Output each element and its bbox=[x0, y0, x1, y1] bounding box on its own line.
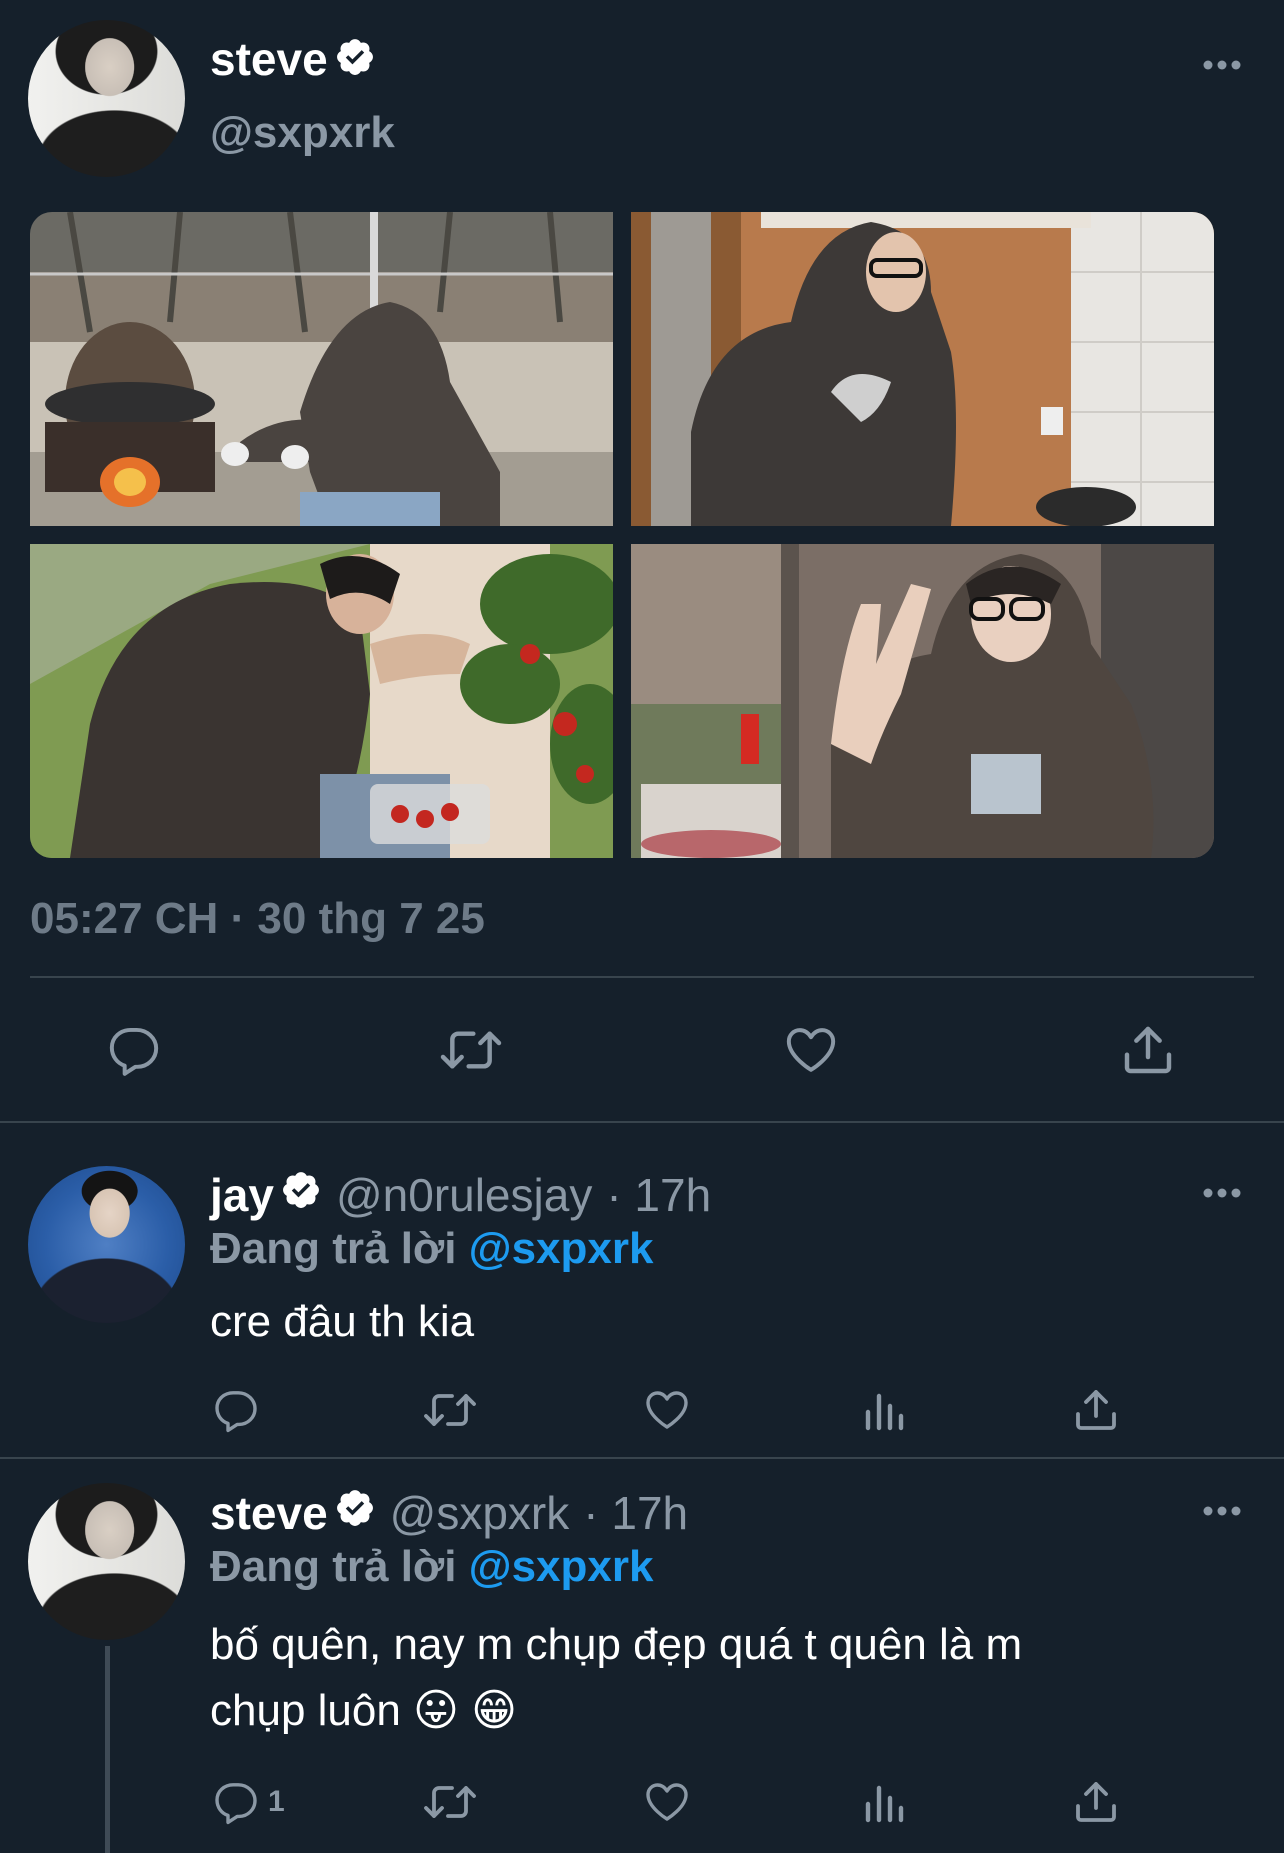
reply-2-views-button[interactable] bbox=[862, 1778, 906, 1826]
section-divider bbox=[0, 1121, 1284, 1123]
reply-1-retweet-button[interactable] bbox=[422, 1386, 478, 1434]
like-icon bbox=[646, 1391, 688, 1429]
reply-1-avatar[interactable] bbox=[28, 1166, 185, 1323]
like-icon bbox=[646, 1783, 688, 1821]
replying-label: Đang trả lời bbox=[210, 1224, 457, 1273]
reply-1-header: jay @n0rulesjay · 17h bbox=[210, 1168, 711, 1222]
retweet-icon bbox=[424, 1394, 476, 1426]
more-icon[interactable] bbox=[1202, 1504, 1242, 1523]
main-retweet-button[interactable] bbox=[438, 1022, 504, 1078]
main-tweet-divider bbox=[30, 976, 1254, 978]
reply-2-retweet-button[interactable] bbox=[422, 1778, 478, 1826]
reply-2-handle[interactable]: @sxpxrk bbox=[390, 1486, 570, 1540]
reply-1-views-button[interactable] bbox=[862, 1386, 906, 1434]
reply-1-handle[interactable]: @n0rulesjay bbox=[336, 1168, 592, 1222]
reply-2-text-line-2: chụp luôn 😛 😁 bbox=[210, 1686, 518, 1735]
reply-icon bbox=[109, 1027, 159, 1076]
main-tweet-name[interactable]: steve bbox=[210, 32, 328, 86]
reply-2-text-line-1: bố quên, nay m chụp đẹp quá t quên là m bbox=[210, 1620, 1023, 1669]
reply-divider bbox=[0, 1457, 1284, 1459]
main-like-button[interactable] bbox=[782, 1022, 840, 1078]
photo-3[interactable] bbox=[30, 544, 613, 858]
main-tweet-handle[interactable]: @sxpxrk bbox=[210, 108, 395, 158]
reply-1-share-button[interactable] bbox=[1072, 1386, 1120, 1434]
reply-1-time[interactable]: · 17h bbox=[606, 1168, 711, 1222]
verified-badge-icon bbox=[334, 1486, 376, 1540]
main-reply-button[interactable] bbox=[106, 1022, 162, 1078]
main-tweet-author[interactable]: steve bbox=[210, 32, 376, 86]
photo-2[interactable] bbox=[631, 212, 1214, 526]
reply-2-name[interactable]: steve bbox=[210, 1486, 328, 1540]
share-icon bbox=[1076, 1782, 1116, 1822]
reply-2-replying-to: Đang trả lời @sxpxrk bbox=[210, 1542, 653, 1592]
reply-1-replying-to: Đang trả lời @sxpxrk bbox=[210, 1224, 653, 1274]
reply-1-name[interactable]: jay bbox=[210, 1168, 274, 1222]
reply-2-share-button[interactable] bbox=[1072, 1778, 1120, 1826]
verified-badge-icon bbox=[334, 36, 376, 83]
more-icon[interactable] bbox=[1202, 58, 1242, 77]
reply-icon bbox=[215, 1783, 257, 1825]
replying-label: Đang trả lời bbox=[210, 1542, 457, 1591]
replying-mention[interactable]: @sxpxrk bbox=[469, 1542, 654, 1591]
reply-2-header: steve @sxpxrk · 17h bbox=[210, 1486, 688, 1540]
retweet-icon bbox=[440, 1031, 502, 1069]
replying-mention[interactable]: @sxpxrk bbox=[469, 1224, 654, 1273]
photo-1[interactable] bbox=[30, 212, 613, 526]
reply-count: 1 bbox=[268, 1785, 285, 1818]
share-icon bbox=[1076, 1390, 1116, 1430]
photo-4[interactable] bbox=[631, 544, 1214, 858]
verified-badge-icon bbox=[280, 1168, 322, 1222]
views-icon bbox=[865, 1393, 904, 1431]
reply-2-time[interactable]: · 17h bbox=[583, 1486, 688, 1540]
thread-line bbox=[105, 1646, 110, 1853]
more-icon[interactable] bbox=[1202, 1186, 1242, 1205]
retweet-icon bbox=[424, 1786, 476, 1818]
main-tweet-avatar[interactable] bbox=[28, 20, 185, 177]
reply-icon bbox=[215, 1391, 257, 1433]
reply-2-reply-button[interactable]: 1 bbox=[212, 1778, 285, 1826]
main-share-button[interactable] bbox=[1120, 1022, 1176, 1078]
reply-2-text: bố quên, nay m chụp đẹp quá t quên là m … bbox=[210, 1612, 1022, 1744]
reply-1-reply-button[interactable] bbox=[212, 1386, 260, 1434]
reply-1-text: cre đâu th kia bbox=[210, 1297, 475, 1346]
like-icon bbox=[786, 1028, 836, 1072]
reply-2-like-button[interactable] bbox=[642, 1778, 692, 1826]
reply-2-avatar[interactable] bbox=[28, 1483, 185, 1640]
share-icon bbox=[1124, 1026, 1172, 1074]
reply-1-like-button[interactable] bbox=[642, 1386, 692, 1434]
views-icon bbox=[865, 1785, 904, 1823]
main-tweet-timestamp[interactable]: 05:27 CH · 30 thg 7 25 bbox=[30, 894, 485, 944]
